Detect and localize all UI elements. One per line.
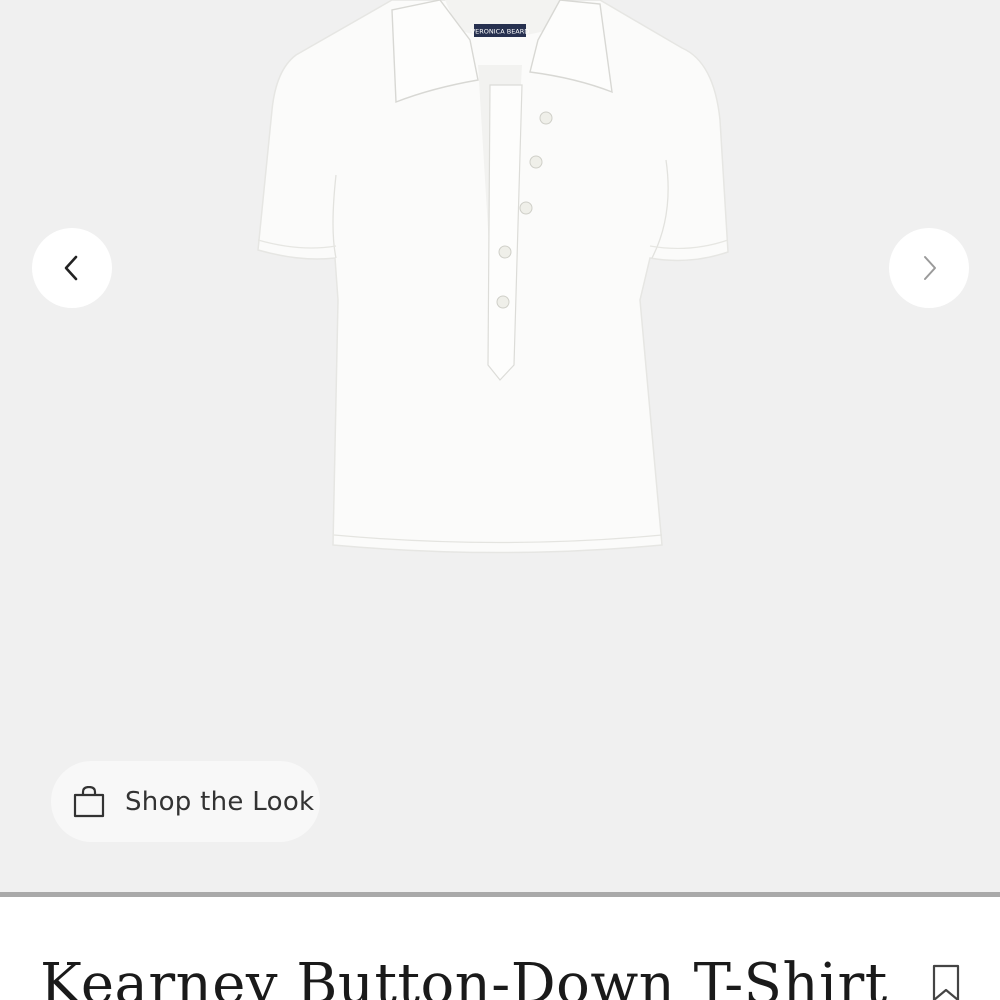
shop-the-look-button[interactable]: Shop the Look xyxy=(51,761,320,842)
bookmark-icon xyxy=(932,964,960,1000)
shopping-bag-icon xyxy=(73,785,105,817)
product-image-gallery[interactable]: VERONICA BEARD Shop the Look xyxy=(0,0,1000,892)
product-image: VERONICA BEARD xyxy=(257,0,729,554)
next-image-button[interactable] xyxy=(889,228,969,308)
chevron-left-icon xyxy=(64,255,78,281)
shop-the-look-label: Shop the Look xyxy=(125,786,315,817)
product-title: Kearney Button-Down T-Shirt xyxy=(40,952,888,1000)
svg-text:VERONICA BEARD: VERONICA BEARD xyxy=(471,28,530,36)
gallery-divider xyxy=(0,892,1000,897)
save-to-wishlist-button[interactable] xyxy=(926,962,966,1000)
chevron-right-icon xyxy=(924,256,936,280)
previous-image-button[interactable] xyxy=(32,228,112,308)
product-page: VERONICA BEARD Shop the Look Kearney But… xyxy=(0,0,1000,1000)
